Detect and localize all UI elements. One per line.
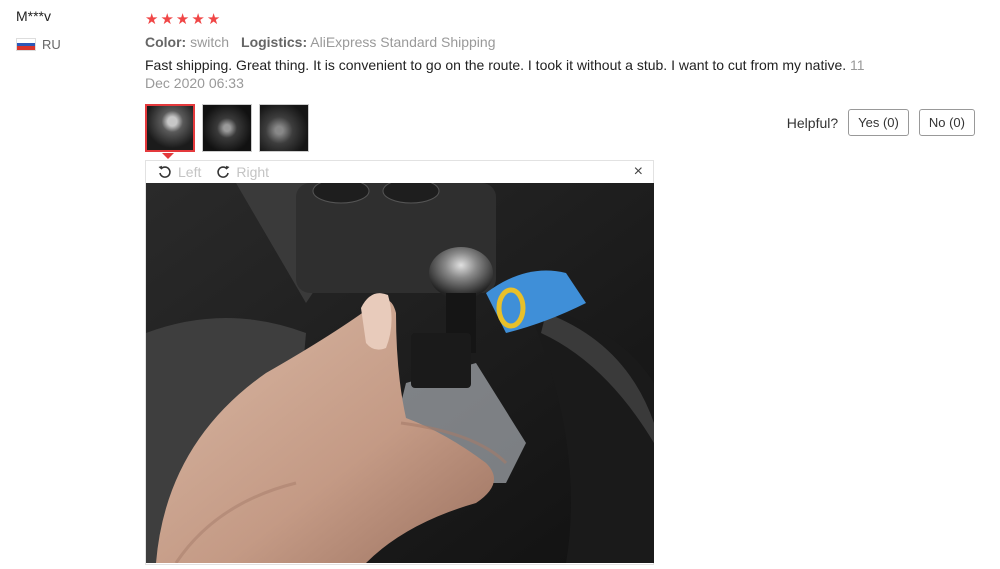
rotate-left-icon (158, 165, 171, 178)
color-value: switch (190, 34, 230, 50)
star-icon: ★ (191, 10, 205, 28)
reviewer: M***v (16, 8, 51, 24)
star-icon: ★ (160, 10, 174, 28)
star-icon: ★ (175, 10, 190, 28)
review-thumbnail[interactable] (145, 104, 195, 152)
helpful-no-button[interactable]: No (0) (918, 109, 975, 136)
review-body: ★ ★ ★ ★ ★ Color: switch Logistics: AliEx… (145, 10, 985, 92)
active-thumbnail-pointer (162, 153, 174, 159)
image-viewer: Left Right × (145, 160, 654, 565)
review-thumbnail[interactable] (259, 104, 309, 152)
helpful-voting: Helpful? Yes (0) No (0) (787, 109, 975, 136)
color-attribute: Color: switch (145, 34, 229, 50)
thumbnail-image (147, 106, 193, 150)
country-code: RU (42, 37, 61, 52)
rotate-right-icon (217, 165, 230, 178)
helpful-yes-button[interactable]: Yes (0) (848, 109, 909, 136)
review-photo (146, 183, 654, 563)
thumbnail-image (260, 105, 308, 151)
rotate-left-button[interactable]: Left (157, 164, 201, 180)
close-viewer-icon[interactable]: × (634, 163, 643, 181)
review-thumbnail[interactable] (202, 104, 252, 152)
helpful-label: Helpful? (786, 114, 839, 131)
logistics-label: Logistics: (241, 34, 308, 50)
color-label: Color: (145, 34, 187, 50)
review-photo-illustration (146, 183, 654, 563)
viewer-toolbar: Left Right × (146, 161, 653, 183)
logistics-attribute: Logistics: AliExpress Standard Shipping (241, 34, 495, 50)
reviewer-name: M***v (16, 8, 52, 24)
reviewer-country: RU (16, 37, 61, 52)
star-icon: ★ (206, 10, 221, 28)
star-icon: ★ (145, 10, 159, 28)
star-rating: ★ ★ ★ ★ ★ (145, 10, 985, 28)
rotate-left-label: Left (178, 164, 202, 180)
russia-flag-icon (16, 38, 36, 51)
thumbnail-image (203, 105, 251, 151)
review-text-content: Fast shipping. Great thing. It is conven… (145, 57, 847, 73)
review-text: Fast shipping. Great thing. It is conven… (145, 56, 885, 92)
order-attributes: Color: switch Logistics: AliExpress Stan… (145, 34, 985, 50)
rotate-right-label: Right (236, 164, 270, 180)
logistics-value: AliExpress Standard Shipping (310, 34, 496, 50)
rotate-right-button[interactable]: Right (215, 164, 269, 180)
review-thumbnails (145, 104, 309, 152)
